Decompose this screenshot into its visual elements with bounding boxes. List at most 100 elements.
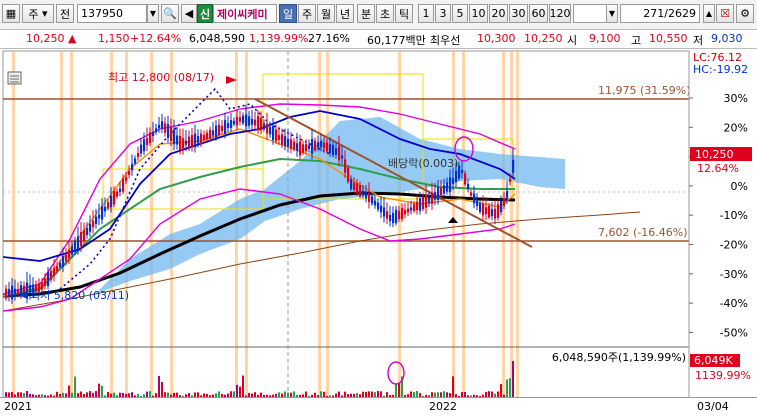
tab-tick[interactable]: 틱 [395, 4, 413, 23]
high-price: 10,550 [649, 32, 688, 45]
record-counter[interactable]: 271/2629 [620, 4, 700, 23]
candle [473, 193, 476, 204]
grid-icon[interactable]: ▦ [2, 4, 20, 23]
candle [224, 120, 227, 134]
candle [332, 144, 335, 156]
volume-ratio: 1,139.99% [249, 32, 309, 45]
candle [119, 188, 122, 192]
interval-custom-input[interactable] [573, 4, 607, 23]
candle [440, 187, 443, 196]
interval-60[interactable]: 60 [529, 4, 548, 23]
checkbox-icon[interactable]: ☒ [716, 4, 734, 23]
candle [47, 271, 50, 287]
candle [365, 192, 368, 199]
candle [353, 182, 356, 190]
candle [350, 178, 353, 190]
candle [482, 203, 485, 216]
interval-5[interactable]: 5 [452, 4, 468, 23]
interval-120[interactable]: 120 [549, 4, 571, 23]
candle [293, 141, 296, 150]
gear-icon[interactable]: ⚙ [736, 4, 754, 23]
candle [500, 200, 503, 213]
candle [452, 178, 455, 184]
candle [194, 133, 197, 148]
candle [437, 187, 440, 201]
candle [251, 118, 254, 125]
turnover-rate: 27.16% [308, 32, 350, 45]
candle [140, 144, 143, 154]
candle [404, 209, 407, 215]
candle [455, 170, 458, 183]
candle [422, 196, 425, 210]
candle [14, 288, 17, 296]
candle [434, 192, 437, 200]
price-chart[interactable]: 최고 12,800 (08/17) 최저 5,820 (03/11) 배당락(0… [0, 49, 757, 401]
period-menu[interactable]: 주 ▾ [22, 4, 54, 23]
candle [389, 214, 392, 222]
chevron-up-icon[interactable]: ▲ [703, 4, 715, 23]
low-annotation: 최저 5,820 (03/11) [30, 289, 129, 302]
chevron-down-icon[interactable]: ▼ [606, 4, 618, 23]
candle [227, 123, 230, 128]
candle [164, 123, 167, 133]
tab-year[interactable]: 년 [336, 4, 354, 23]
search-icon[interactable]: 🔍 [161, 4, 179, 23]
candle [161, 121, 164, 129]
candle [419, 198, 422, 211]
candle [290, 139, 293, 149]
candle [497, 204, 500, 218]
tab-month[interactable]: 월 [317, 4, 335, 23]
volume-bar [158, 375, 160, 397]
candle [221, 125, 224, 132]
candle [155, 128, 158, 133]
candle [338, 145, 341, 161]
interval-30[interactable]: 30 [509, 4, 528, 23]
y-tick-label: -40% [720, 297, 748, 310]
candle [263, 123, 266, 130]
candle [182, 138, 185, 149]
candle [44, 278, 47, 287]
candle [50, 271, 53, 280]
candle [305, 144, 308, 152]
chevron-down-icon[interactable]: ▼ [147, 4, 159, 23]
interval-20[interactable]: 20 [489, 4, 508, 23]
volume-bar [395, 384, 397, 397]
candle [362, 190, 365, 196]
tab-second[interactable]: 초 [376, 4, 394, 23]
candle [395, 209, 398, 224]
prev-button[interactable]: 전 [56, 4, 74, 23]
candle [257, 116, 260, 131]
candle [17, 289, 20, 294]
candle [176, 135, 179, 145]
tab-minute[interactable]: 분 [357, 4, 375, 23]
candle [143, 139, 146, 152]
interval-1[interactable]: 1 [418, 4, 434, 23]
speaker-icon[interactable]: ◀ [181, 4, 197, 23]
candle [113, 191, 116, 205]
stock-code-input[interactable]: 137950 [77, 4, 147, 23]
y-tick-label: 0% [731, 180, 748, 193]
interval-10[interactable]: 10 [469, 4, 488, 23]
low-price: 9,030 [711, 32, 743, 45]
candle [377, 202, 380, 210]
candle [248, 116, 251, 126]
candle [413, 204, 416, 211]
y-tick-label: -20% [720, 239, 748, 252]
candle [467, 183, 470, 190]
candle [134, 158, 137, 164]
interval-3[interactable]: 3 [435, 4, 451, 23]
candle [272, 125, 275, 141]
tab-day[interactable]: 일 [279, 4, 297, 23]
volume-bar [452, 376, 454, 397]
record-total: /2629 [664, 7, 696, 20]
candle [212, 130, 215, 136]
candle [461, 169, 464, 174]
candle [335, 148, 338, 155]
candle [431, 192, 434, 204]
volume-total: 6,048,590주(1,139.99%) [552, 351, 686, 364]
candle [65, 254, 68, 262]
candle [170, 127, 173, 141]
candle [239, 117, 242, 122]
candle [236, 116, 239, 126]
tab-week[interactable]: 주 [298, 4, 316, 23]
